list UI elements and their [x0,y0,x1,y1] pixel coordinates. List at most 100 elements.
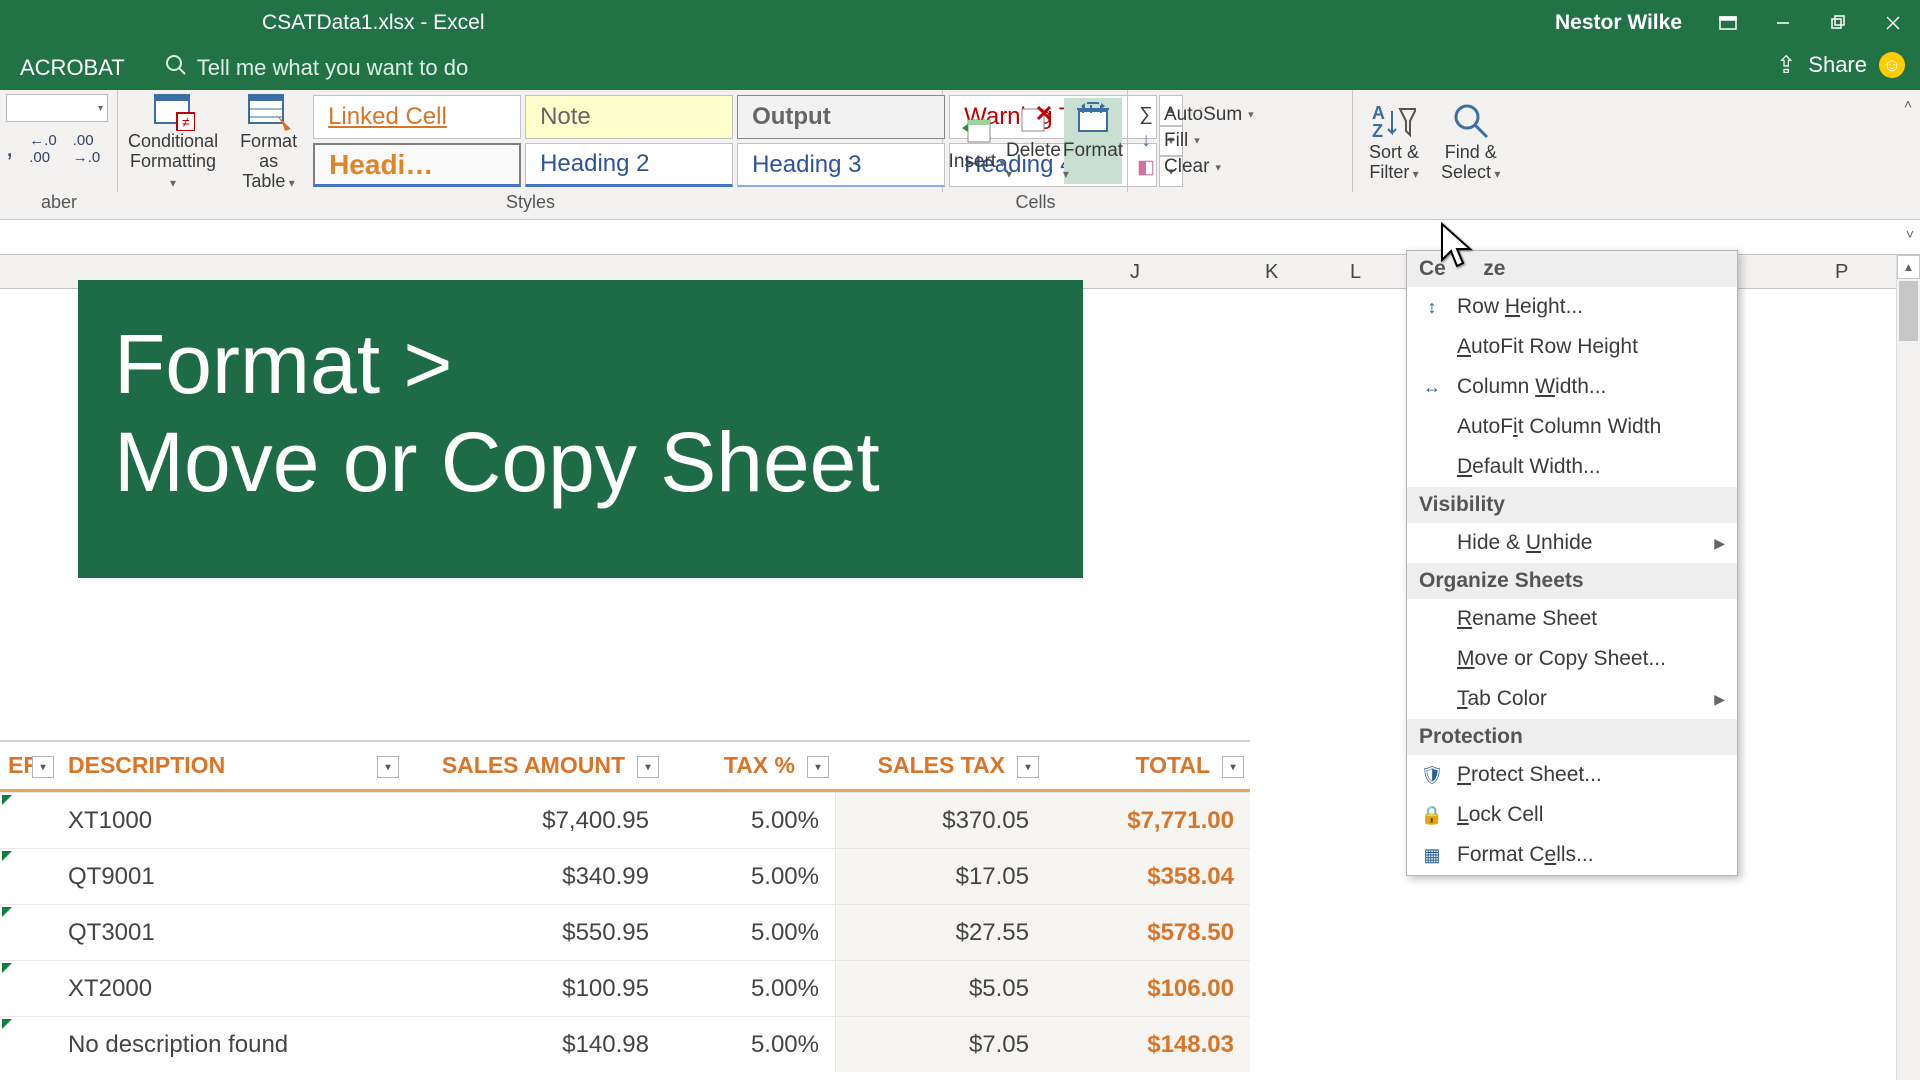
menu-format-cells[interactable]: ▦Format Cells... [1407,835,1737,875]
table-row[interactable]: QT9001$340.995.00%$17.05$358.04 [0,848,1250,904]
delete-label: Delete [1006,140,1064,184]
col-header-k[interactable]: K [1265,261,1278,284]
cell-sales-tax[interactable]: $7.05 [835,1017,1045,1072]
col-header-j[interactable]: J [1130,261,1140,284]
filter-dropdown-icon[interactable]: ▾ [377,756,399,778]
filter-dropdown-icon[interactable]: ▾ [637,756,659,778]
cell-total[interactable]: $358.04 [1045,849,1250,904]
minimize-icon[interactable] [1755,0,1810,45]
find-select-button[interactable]: Find & Select [1435,94,1506,188]
cell-sales-amount[interactable]: $340.99 [405,849,665,904]
decrease-decimal-icon[interactable]: .00→.0 [73,132,101,166]
filter-dropdown-icon[interactable]: ▾ [1222,756,1244,778]
insert-cells-button[interactable]: Insert [948,109,1006,173]
menu-protect-sheet[interactable]: 🛡Protect Sheet... [1407,755,1737,795]
scroll-up-icon[interactable]: ▲ [1897,255,1920,279]
style-output[interactable]: Output [737,95,945,139]
cell-tax-pct[interactable]: 5.00% [665,1017,835,1072]
filter-dropdown-icon[interactable]: ▾ [32,756,54,778]
menu-autofit-column-width[interactable]: AutoFit Column Width [1407,407,1737,447]
ribbon-display-options-icon[interactable] [1700,0,1755,45]
menu-column-width[interactable]: ↔Column Width... [1407,367,1737,407]
table-row[interactable]: QT3001$550.955.00%$27.55$578.50 [0,904,1250,960]
styles-group: ≠ Conditional Formatting Format as Table… [118,90,943,192]
cell-description[interactable]: QT3001 [60,905,405,960]
cell-description[interactable]: QT9001 [60,849,405,904]
style-note[interactable]: Note [525,95,733,139]
style-heading-1[interactable]: Headi… [313,143,521,187]
conditional-formatting-button[interactable]: ≠ Conditional Formatting [122,94,224,188]
autosum-button[interactable]: ∑AutoSum▾ [1134,104,1254,126]
cell-sales-tax[interactable]: $27.55 [835,905,1045,960]
col-header-p[interactable]: P [1835,261,1848,284]
cell-tax-pct[interactable]: 5.00% [665,905,835,960]
table-row[interactable]: XT2000$100.955.00%$5.05$106.00 [0,960,1250,1016]
cell-total[interactable]: $578.50 [1045,905,1250,960]
annotation-overlay: Format > Move or Copy Sheet [78,280,1083,578]
number-format-combo[interactable] [6,94,108,122]
table-row[interactable]: XT1000$7,400.955.00%$370.05$7,771.00 [0,792,1250,848]
menu-lock-cell[interactable]: 🔒Lock Cell [1407,795,1737,835]
close-icon[interactable] [1865,0,1920,45]
cell-total[interactable]: $106.00 [1045,961,1250,1016]
format-as-table-button[interactable]: Format as Table [234,94,303,188]
vertical-scrollbar[interactable]: ▲ [1896,255,1920,1080]
cell-sales-tax[interactable]: $370.05 [835,793,1045,848]
cell-sales-amount[interactable]: $140.98 [405,1017,665,1072]
menu-row-height[interactable]: ↕Row Height... [1407,287,1737,327]
cell-tax-pct[interactable]: 5.00% [665,849,835,904]
style-heading-3[interactable]: Heading 3 [737,143,945,187]
share-button[interactable]: Share [1808,52,1867,78]
cell-tax-pct[interactable]: 5.00% [665,793,835,848]
sort-filter-button[interactable]: AZ Sort & Filter [1363,94,1425,188]
ribbon: , ←.0.00 .00→.0 ≠ Conditional Formatting [0,90,1920,220]
cell-description[interactable]: XT2000 [60,961,405,1016]
menu-rename-sheet[interactable]: Rename Sheet [1407,599,1737,639]
cell-description[interactable]: XT1000 [60,793,405,848]
comma-style-icon[interactable]: , [6,132,13,166]
feedback-smiley-icon[interactable]: ☺ [1879,52,1905,78]
style-linked-cell[interactable]: Linked Cell [313,95,521,139]
filter-dropdown-icon[interactable]: ▾ [1017,756,1039,778]
menu-default-width[interactable]: Default Width... [1407,447,1737,487]
maximize-icon[interactable] [1810,0,1865,45]
menu-tab-color[interactable]: Tab Color▶ [1407,679,1737,719]
format-cells-button[interactable]: Format [1064,98,1122,184]
cell-sales-tax[interactable]: $17.05 [835,849,1045,904]
cell-description[interactable]: No description found [60,1017,405,1072]
fill-label: Fill [1164,130,1188,152]
table-row[interactable]: No description found$140.985.00%$7.05$14… [0,1016,1250,1072]
window-title: CSATData1.xlsx - Excel [262,11,485,35]
insert-label: Insert [949,151,1006,173]
clear-button[interactable]: ◧Clear▾ [1134,156,1254,179]
filter-dropdown-icon[interactable]: ▾ [807,756,829,778]
cell-total[interactable]: $7,771.00 [1045,793,1250,848]
submenu-arrow-icon: ▶ [1714,691,1725,708]
format-label: Format [1063,140,1123,184]
increase-decimal-icon[interactable]: ←.0.00 [29,132,57,166]
ribbon-collapse-icon[interactable]: ˄ [1896,90,1920,219]
cell-sales-tax[interactable]: $5.05 [835,961,1045,1016]
tell-me-search[interactable]: Tell me what you want to do [165,54,468,82]
cell-tax-pct[interactable]: 5.00% [665,961,835,1016]
cell-error-indicator [0,905,60,960]
menu-section-organize-sheets: Organize Sheets [1407,563,1737,599]
cell-sales-amount[interactable]: $550.95 [405,905,665,960]
eraser-icon: ◧ [1134,156,1158,179]
delete-cells-button[interactable]: Delete [1006,98,1064,184]
tab-acrobat[interactable]: ACROBAT [0,55,145,81]
col-header-l[interactable]: L [1350,261,1361,284]
formula-bar-expand-icon[interactable]: ˅ [1906,226,1914,242]
scroll-thumb[interactable] [1899,281,1918,341]
sort-find-group: AZ Sort & Filter Find & Select [1353,90,1896,192]
cell-total[interactable]: $148.03 [1045,1017,1250,1072]
th-description: DESCRIPTION▾ [60,742,405,789]
svg-text:≠: ≠ [182,114,190,130]
menu-move-or-copy-sheet[interactable]: Move or Copy Sheet... [1407,639,1737,679]
style-heading-2[interactable]: Heading 2 [525,143,733,187]
cell-sales-amount[interactable]: $100.95 [405,961,665,1016]
fill-button[interactable]: ↓Fill▾ [1134,130,1254,152]
menu-hide-unhide[interactable]: Hide & Unhide▶ [1407,523,1737,563]
cell-sales-amount[interactable]: $7,400.95 [405,793,665,848]
menu-autofit-row-height[interactable]: AutoFit Row Height [1407,327,1737,367]
